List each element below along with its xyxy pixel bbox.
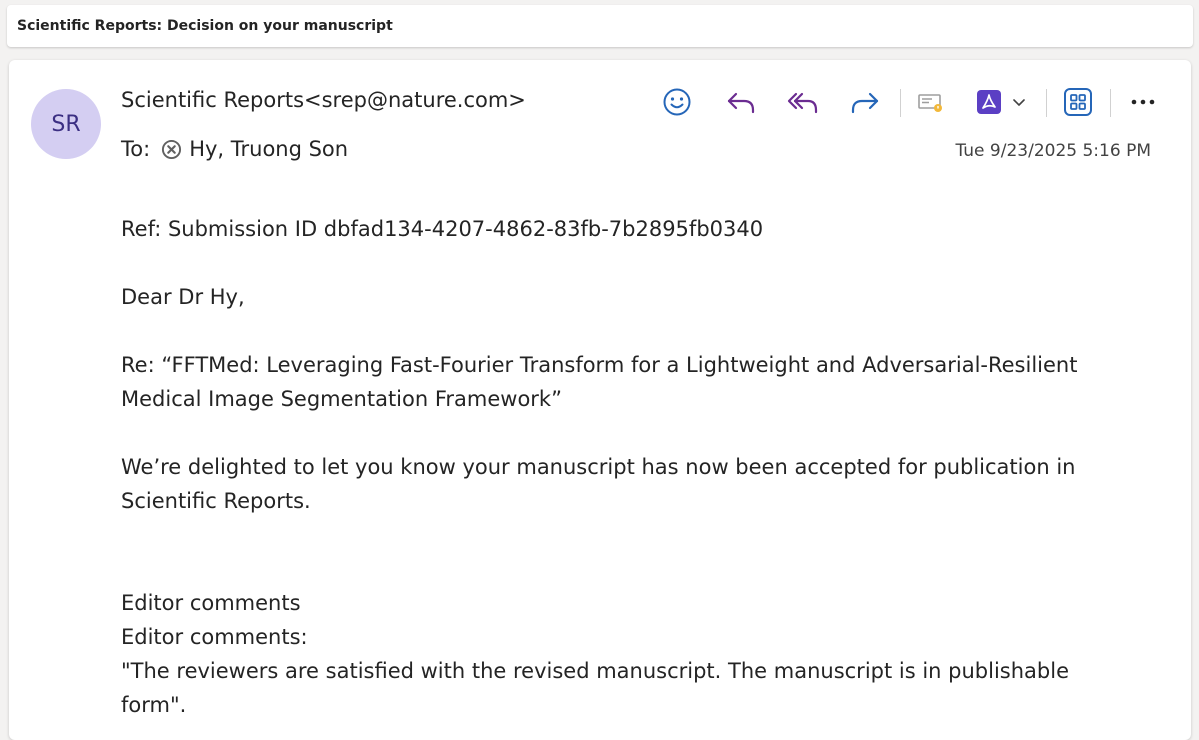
chevron-down-icon[interactable] [1011, 94, 1027, 110]
message-toolbar [657, 84, 1167, 120]
editor-quote-line: form". [121, 693, 187, 717]
more-options-button[interactable] [1123, 84, 1163, 120]
recipient-name[interactable]: Hy, Truong Son [189, 137, 348, 161]
recipient-row: To: Hy, Truong Son [121, 137, 348, 161]
reply-icon [727, 92, 755, 114]
emoji-icon [663, 88, 691, 116]
greeting: Dear Dr Hy, [121, 285, 245, 309]
toolbar-divider [1046, 89, 1047, 117]
message-flag-button[interactable] [913, 84, 947, 120]
emoji-button[interactable] [657, 84, 697, 120]
toolbar-divider [1110, 89, 1111, 117]
editor-comments-label: Editor comments: [121, 625, 308, 649]
reference-line: Ref: Submission ID dbfad134-4207-4862-83… [121, 217, 764, 241]
subject-bar: Scientific Reports: Decision on your man… [7, 5, 1193, 47]
apps-icon [1064, 88, 1092, 116]
manuscript-title-line: Re: “FFTMed: Leveraging Fast-Fourier Tra… [121, 353, 1078, 377]
reply-button[interactable] [721, 84, 761, 120]
editor-quote-line: "The reviewers are satisfied with the re… [121, 659, 1070, 683]
toolbar-divider [900, 89, 901, 117]
timestamp: Tue 9/23/2025 5:16 PM [955, 141, 1151, 161]
acceptance-line: We’re delighted to let you know your man… [121, 455, 1076, 479]
manuscript-title-line: Medical Image Segmentation Framework” [121, 387, 562, 411]
to-label: To: [121, 137, 151, 161]
acceptance-line: Scientific Reports. [121, 489, 311, 513]
forward-icon [851, 92, 879, 114]
email-card: SR Scientific Reports<srep@nature.com> T… [9, 60, 1191, 740]
avatar[interactable]: SR [31, 89, 101, 159]
apps-button[interactable] [1058, 84, 1098, 120]
reply-all-icon [787, 92, 818, 114]
pdf-icon [977, 90, 1001, 114]
remove-recipient-icon[interactable] [161, 139, 182, 160]
sender[interactable]: Scientific Reports<srep@nature.com> [121, 88, 526, 112]
email-body: Ref: Submission ID dbfad134-4207-4862-83… [121, 212, 1161, 722]
reply-all-button[interactable] [782, 84, 824, 120]
message-flag-icon [918, 94, 942, 112]
forward-button[interactable] [845, 84, 885, 120]
more-icon [1131, 99, 1155, 105]
avatar-initials: SR [51, 111, 81, 137]
pdf-button[interactable] [969, 84, 1033, 120]
email-subject: Scientific Reports: Decision on your man… [17, 18, 393, 34]
editor-comments-heading: Editor comments [121, 591, 301, 615]
